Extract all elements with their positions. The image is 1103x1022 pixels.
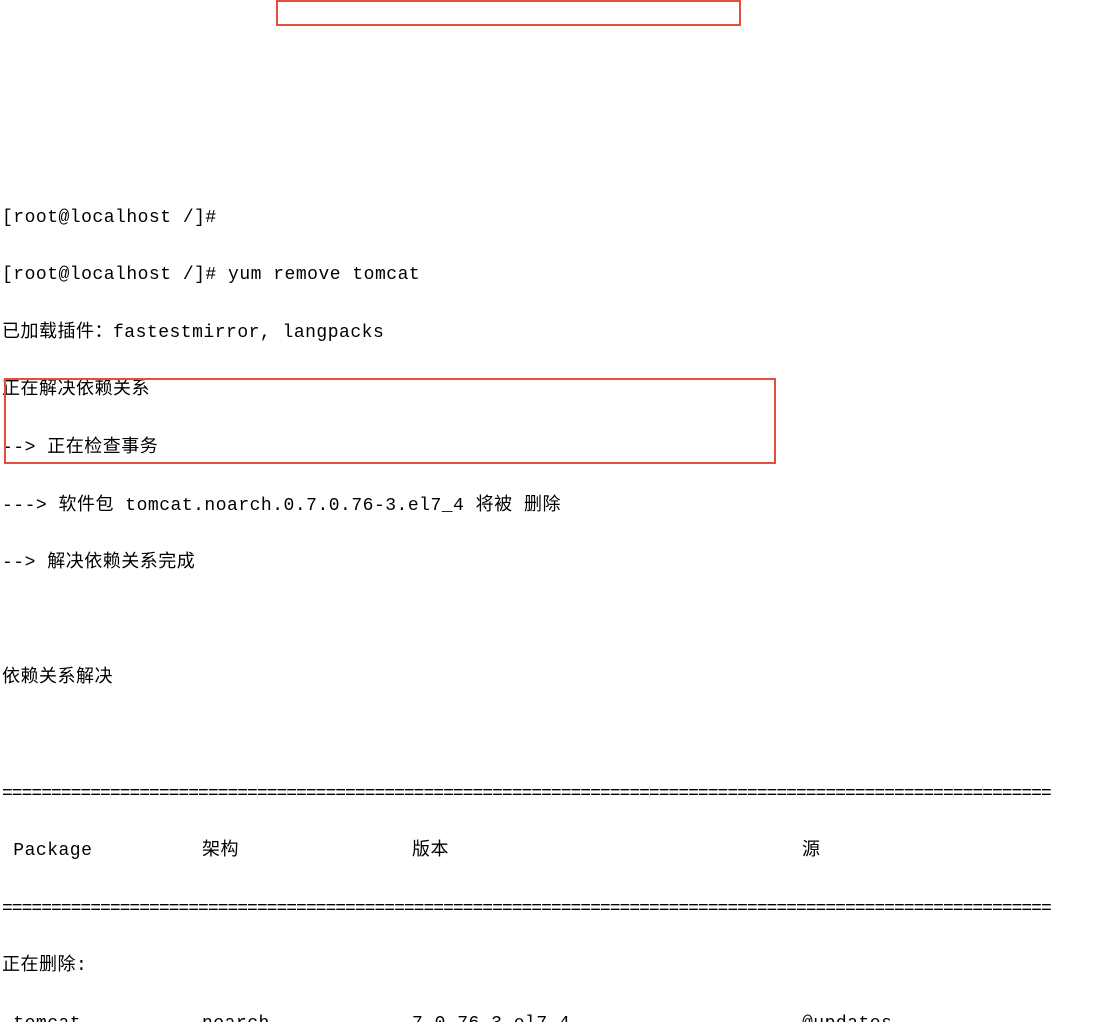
output-package-info: ---> 软件包 tomcat.noarch.0.7.0.76-3.el7_4 … — [2, 492, 1101, 521]
blank-line-1 — [2, 607, 1101, 636]
table-row: tomcat noarch 7.0.76-3.el7_4 @updates — [2, 1010, 1101, 1022]
cell-package: tomcat — [2, 1010, 202, 1022]
header-repo: 源 — [802, 837, 1101, 866]
table-header-row: Package 架构 版本 源 — [2, 837, 1101, 866]
command-line[interactable]: [root@localhost /]# yum remove tomcat — [2, 261, 1101, 290]
divider-top: ========================================… — [2, 780, 1101, 809]
output-deps-done: --> 解决依赖关系完成 — [2, 549, 1101, 578]
cell-version: 7.0.76-3.el7_4 — [412, 1010, 802, 1022]
divider-mid: ========================================… — [2, 895, 1101, 924]
blank-line-2 — [2, 722, 1101, 751]
cell-arch: noarch — [202, 1010, 412, 1022]
header-package: Package — [2, 837, 202, 866]
output-checking-trans: --> 正在检查事务 — [2, 434, 1101, 463]
header-version: 版本 — [412, 837, 802, 866]
removing-label: 正在删除: — [2, 952, 1101, 981]
output-loaded-plugins: 已加载插件：fastestmirror, langpacks — [2, 319, 1101, 348]
output-resolving-deps: 正在解决依赖关系 — [2, 376, 1101, 405]
shell-prompt: [root@localhost /]# — [2, 265, 228, 285]
cell-repo: @updates — [802, 1010, 1101, 1022]
command-text: yum remove tomcat — [228, 265, 420, 285]
output-deps-resolved: 依赖关系解决 — [2, 664, 1101, 693]
highlight-box-command — [276, 0, 741, 26]
prompt-line-partial: [root@localhost /]# — [2, 204, 1101, 233]
header-arch: 架构 — [202, 837, 412, 866]
